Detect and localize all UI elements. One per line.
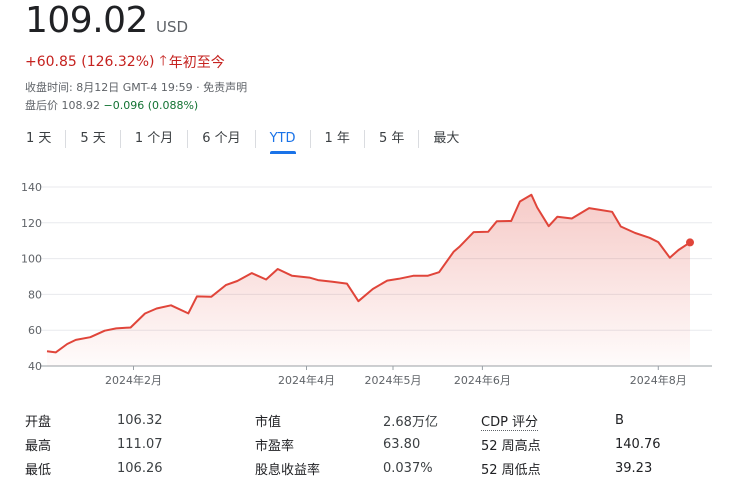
tab-1m[interactable]: 1 个月 <box>121 124 187 154</box>
tab-label: YTD <box>269 131 296 146</box>
tab-label: 5 天 <box>80 131 106 146</box>
stat-value: 63.80 <box>383 436 421 452</box>
tab-label: 1 个月 <box>134 131 174 146</box>
stat-label: 开盘 <box>25 414 52 430</box>
close-time: 收盘时间: 8月12日 GMT-4 19:59 · 免责声明 <box>25 79 247 95</box>
stat-label: 最高 <box>25 438 52 454</box>
stats-row: 最低 106.26 股息收益率 0.037% 52 周低点 39.23 <box>25 456 725 480</box>
tab-label: 1 年 <box>324 131 350 146</box>
range-tabs: 1 天 5 天 1 个月 6 个月 YTD 1 年 5 年 最大 <box>12 124 473 154</box>
x-tick-label: 2024年4月 <box>278 373 335 387</box>
stat-value: 111.07 <box>117 436 163 452</box>
arrow-up-icon: 🡑 <box>159 53 167 69</box>
tab-6m[interactable]: 6 个月 <box>188 124 254 154</box>
after-hours-label: 盘后价 108.92 <box>25 99 104 112</box>
last-price-marker <box>686 238 694 247</box>
stat-value: 140.76 <box>615 436 661 452</box>
price-chart[interactable]: 40 60 80 100 120 140 2024年2月 2024年4月 2024年5月 202… <box>0 170 750 395</box>
x-tick-label: 2024年2月 <box>105 373 162 387</box>
stat-value: 106.32 <box>117 412 163 428</box>
tab-label: 5 年 <box>378 131 405 146</box>
y-tick-label: 40 <box>28 360 42 373</box>
y-tick-label: 120 <box>21 217 42 230</box>
close-time-text: 收盘时间: 8月12日 GMT-4 19:59 · 免责声明 <box>25 81 248 94</box>
stat-value: B <box>615 412 624 428</box>
stat-label: 52 周高点 <box>481 438 541 454</box>
price-header: 109.02 USD <box>25 0 188 46</box>
price-change: +60.85 (126.32%) 🡑 年初至今 <box>25 50 225 74</box>
tab-label: 1 天 <box>26 131 52 146</box>
stat-value: 39.23 <box>615 460 653 476</box>
stat-label: 股息收益率 <box>255 462 321 478</box>
tab-1d[interactable]: 1 天 <box>12 124 65 154</box>
x-tick-label: 2024年6月 <box>454 373 511 387</box>
stat-label: 市盈率 <box>255 438 295 454</box>
tab-label: 6 个月 <box>202 131 241 146</box>
x-tick-label: 2024年8月 <box>630 373 687 387</box>
stat-value: 2.68万亿 <box>383 414 438 430</box>
y-tick-label: 140 <box>21 181 42 194</box>
stat-value: 106.26 <box>117 460 163 476</box>
tab-label: 最大 <box>433 131 460 146</box>
after-hours-change: −0.096 (0.088%) <box>103 99 199 112</box>
tab-max[interactable]: 最大 <box>419 124 473 154</box>
tab-5y[interactable]: 5 年 <box>365 124 418 154</box>
stats-row: 最高 111.07 市盈率 63.80 52 周高点 140.76 <box>25 432 725 456</box>
key-stats-table: 开盘 106.32 市值 2.68万亿 CDP 评分 B 最高 111.07 市… <box>25 408 725 480</box>
tab-ytd[interactable]: YTD <box>256 124 310 154</box>
y-tick-label: 100 <box>21 253 42 266</box>
stat-label: 市值 <box>255 414 282 430</box>
x-tick-label: 2024年5月 <box>365 373 422 387</box>
change-value: +60.85 (126.32%) <box>25 54 155 70</box>
stat-label: 52 周低点 <box>481 462 541 478</box>
cdp-score-label[interactable]: CDP 评分 <box>481 414 539 431</box>
currency-label: USD <box>155 18 189 36</box>
y-tick-label: 80 <box>28 288 42 301</box>
change-period: 年初至今 <box>168 55 225 71</box>
stats-row: 开盘 106.32 市值 2.68万亿 CDP 评分 B <box>25 408 725 432</box>
price-area-fill <box>47 194 690 366</box>
tab-1y[interactable]: 1 年 <box>311 124 364 154</box>
y-tick-label: 60 <box>28 324 42 337</box>
after-hours: 盘后价 108.92 −0.096 (0.088%) <box>25 97 198 113</box>
stat-label: 最低 <box>25 462 52 478</box>
current-price: 109.02 <box>25 0 148 41</box>
tab-5d[interactable]: 5 天 <box>66 124 119 154</box>
stat-value: 0.037% <box>383 460 433 476</box>
